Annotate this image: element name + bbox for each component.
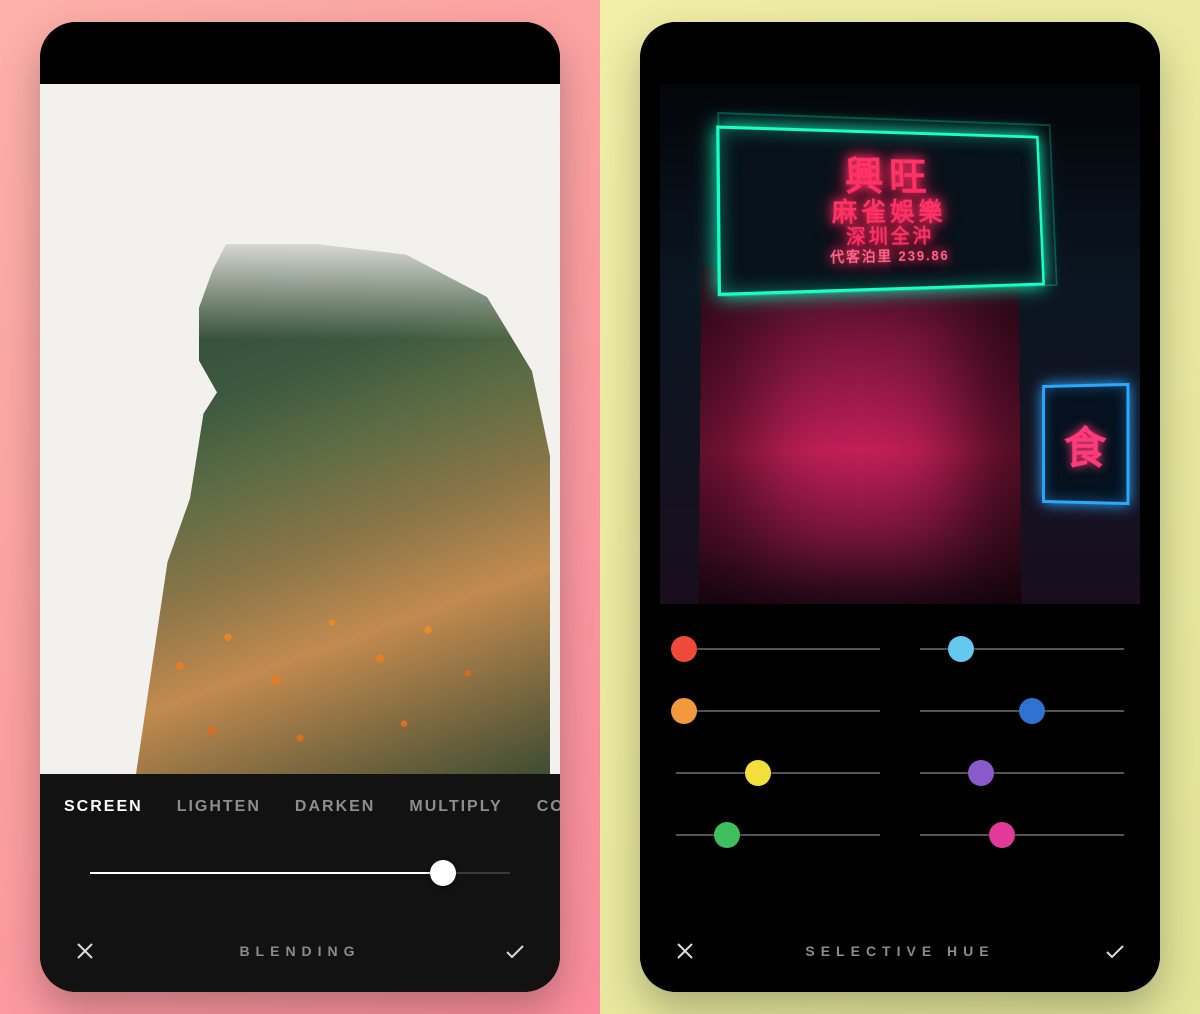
slider-track [676, 834, 880, 836]
selective-hue-controls: SELECTIVE HUE [640, 604, 1160, 992]
close-icon [73, 939, 97, 963]
slider-thumb[interactable] [671, 636, 697, 662]
slider-thumb[interactable] [745, 760, 771, 786]
panel-left: SCREEN LIGHTEN DARKEN MULTIPLY COLORBURN… [0, 0, 600, 1014]
photo-preview-right[interactable]: 興旺 麻雀娛樂 深圳全沖 代客泊里 239.86 食 [660, 84, 1140, 604]
slider-thumb[interactable] [948, 636, 974, 662]
hue-slider-yellow[interactable] [676, 758, 880, 788]
blend-intensity-slider[interactable] [90, 848, 510, 898]
photo-preview-left[interactable] [40, 84, 560, 774]
phone-left: SCREEN LIGHTEN DARKEN MULTIPLY COLORBURN… [40, 22, 560, 992]
hue-slider-orange[interactable] [676, 696, 880, 726]
tab-lighten[interactable]: LIGHTEN [177, 798, 261, 816]
hue-slider-red[interactable] [676, 634, 880, 664]
panel-right: 興旺 麻雀娛樂 深圳全沖 代客泊里 239.86 食 [600, 0, 1200, 1014]
tab-colorburn[interactable]: COLORBURN [537, 798, 560, 816]
blend-mode-tabs: SCREEN LIGHTEN DARKEN MULTIPLY COLORBURN [40, 774, 560, 826]
slider-track [676, 710, 880, 712]
slider-track [920, 772, 1124, 774]
phone-right: 興旺 麻雀娛樂 深圳全沖 代客泊里 239.86 食 [640, 22, 1160, 992]
confirm-button[interactable] [1100, 936, 1130, 966]
panel-title-right: SELECTIVE HUE [700, 943, 1100, 959]
phone-status-bar [40, 22, 560, 84]
slider-thumb[interactable] [1019, 698, 1045, 724]
hue-slider-grid [640, 604, 1160, 860]
hue-slider-magenta[interactable] [920, 820, 1124, 850]
sign-line-3: 深圳全沖 [846, 227, 934, 248]
hue-slider-purple[interactable] [920, 758, 1124, 788]
hue-slider-green[interactable] [676, 820, 880, 850]
cancel-button[interactable] [70, 936, 100, 966]
slider-thumb[interactable] [714, 822, 740, 848]
hue-slider-blue[interactable] [920, 696, 1124, 726]
slider-thumb[interactable] [968, 760, 994, 786]
slider-thumb[interactable] [430, 860, 456, 886]
tab-darken[interactable]: DARKEN [295, 798, 375, 816]
neon-scene: 興旺 麻雀娛樂 深圳全沖 代客泊里 239.86 食 [660, 84, 1140, 604]
cancel-button[interactable] [670, 936, 700, 966]
slider-thumb[interactable] [671, 698, 697, 724]
confirm-button[interactable] [500, 936, 530, 966]
check-icon [1103, 939, 1127, 963]
close-icon [673, 939, 697, 963]
neon-signboard: 興旺 麻雀娛樂 深圳全沖 代客泊里 239.86 [716, 125, 1045, 296]
bottom-bar-left: BLENDING [40, 918, 560, 992]
tab-screen[interactable]: SCREEN [64, 798, 143, 816]
slider-track [676, 772, 880, 774]
sign-line-2: 麻雀娛樂 [831, 199, 946, 226]
double-exposure-artwork [40, 84, 560, 774]
blending-controls: SCREEN LIGHTEN DARKEN MULTIPLY COLORBURN… [40, 774, 560, 992]
sign-line-1: 興旺 [844, 157, 932, 198]
panel-title-left: BLENDING [100, 943, 500, 959]
slider-track [676, 648, 880, 650]
slider-track [920, 834, 1124, 836]
slider-fill [90, 872, 443, 874]
phone-status-bar [640, 22, 1160, 84]
sign-line-4: 代客泊里 239.86 [830, 248, 950, 264]
tab-multiply[interactable]: MULTIPLY [409, 798, 502, 816]
building [699, 266, 1022, 604]
bottom-bar-right: SELECTIVE HUE [640, 918, 1160, 992]
slider-thumb[interactable] [989, 822, 1015, 848]
neon-side-sign: 食 [1042, 383, 1129, 505]
check-icon [503, 939, 527, 963]
hue-slider-cyan[interactable] [920, 634, 1124, 664]
